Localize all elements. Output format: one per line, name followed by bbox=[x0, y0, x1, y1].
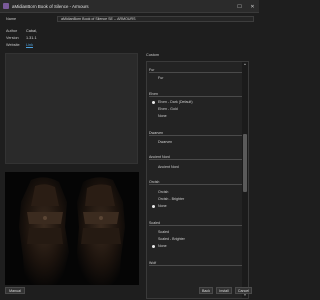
author-value: Cabal, bbox=[26, 29, 37, 33]
option-orcish-none[interactable]: None bbox=[158, 204, 167, 208]
back-button[interactable]: Back bbox=[199, 287, 213, 294]
name-field[interactable]: aMidianBorn Book of Silence SE -- ARMOUR… bbox=[57, 16, 254, 22]
option-dwarven[interactable]: Dwarven bbox=[158, 140, 172, 144]
group-header-fur: Fur bbox=[149, 68, 242, 73]
name-label: Name bbox=[6, 17, 17, 21]
version-label: Version bbox=[6, 36, 19, 40]
window-title: aMidianBorn Book of Silence - Armours bbox=[12, 3, 89, 9]
close-icon[interactable]: ✕ bbox=[246, 0, 259, 13]
website-link[interactable]: Link bbox=[26, 43, 33, 47]
option-scaled-none[interactable]: None bbox=[158, 244, 167, 248]
option-scaled[interactable]: Scaled bbox=[158, 230, 169, 234]
options-list: Fur Fur Elven Elven - Dark (Default) Elv… bbox=[146, 61, 249, 299]
website-label: Website bbox=[6, 43, 20, 47]
option-fur[interactable]: Fur bbox=[158, 76, 163, 80]
options-scrollbar[interactable]: ▲ ▼ bbox=[242, 62, 248, 298]
custom-label: Custom bbox=[146, 53, 160, 57]
armour-figure bbox=[5, 172, 139, 285]
window-controls: ☐ ✕ bbox=[233, 0, 259, 13]
radio-selected-icon[interactable] bbox=[152, 245, 155, 248]
option-scaled-brighter[interactable]: Scaled - Brighter bbox=[158, 237, 185, 241]
install-button[interactable]: Install bbox=[216, 287, 232, 294]
option-ancient-nord[interactable]: Ancient Nord bbox=[158, 165, 179, 169]
option-orcish[interactable]: Orcish bbox=[158, 190, 168, 194]
group-header-dwarven: Dwarven bbox=[149, 131, 242, 136]
version-value: 1.31.1 bbox=[26, 36, 37, 40]
radio-selected-icon[interactable] bbox=[152, 205, 155, 208]
armour-preview-image bbox=[5, 172, 139, 285]
cancel-button[interactable]: Cancel bbox=[235, 287, 252, 294]
app-icon bbox=[3, 3, 9, 9]
scroll-thumb[interactable] bbox=[243, 134, 247, 192]
author-label: Author bbox=[6, 29, 18, 33]
option-elven-gold[interactable]: Elven - Gold bbox=[158, 107, 178, 111]
group-header-orcish: Orcish bbox=[149, 180, 242, 185]
group-header-wolf: Wolf bbox=[149, 261, 242, 266]
group-header-ancient-nord: Ancient Nord bbox=[149, 155, 242, 160]
maximize-icon[interactable]: ☐ bbox=[233, 0, 246, 13]
description-box[interactable] bbox=[5, 53, 138, 164]
group-header-elven: Elven bbox=[149, 92, 242, 97]
scroll-up-icon[interactable]: ▲ bbox=[242, 62, 248, 67]
option-elven-dark[interactable]: Elven - Dark (Default) bbox=[158, 100, 193, 104]
radio-selected-icon[interactable] bbox=[152, 101, 155, 104]
group-header-scaled: Scaled bbox=[149, 221, 242, 226]
option-elven-none[interactable]: None bbox=[158, 114, 167, 118]
title-bar: aMidianBorn Book of Silence - Armours ☐ … bbox=[0, 0, 259, 13]
option-orcish-brighter[interactable]: Orcish - Brighter bbox=[158, 197, 184, 201]
manual-button[interactable]: Manual bbox=[5, 287, 25, 294]
